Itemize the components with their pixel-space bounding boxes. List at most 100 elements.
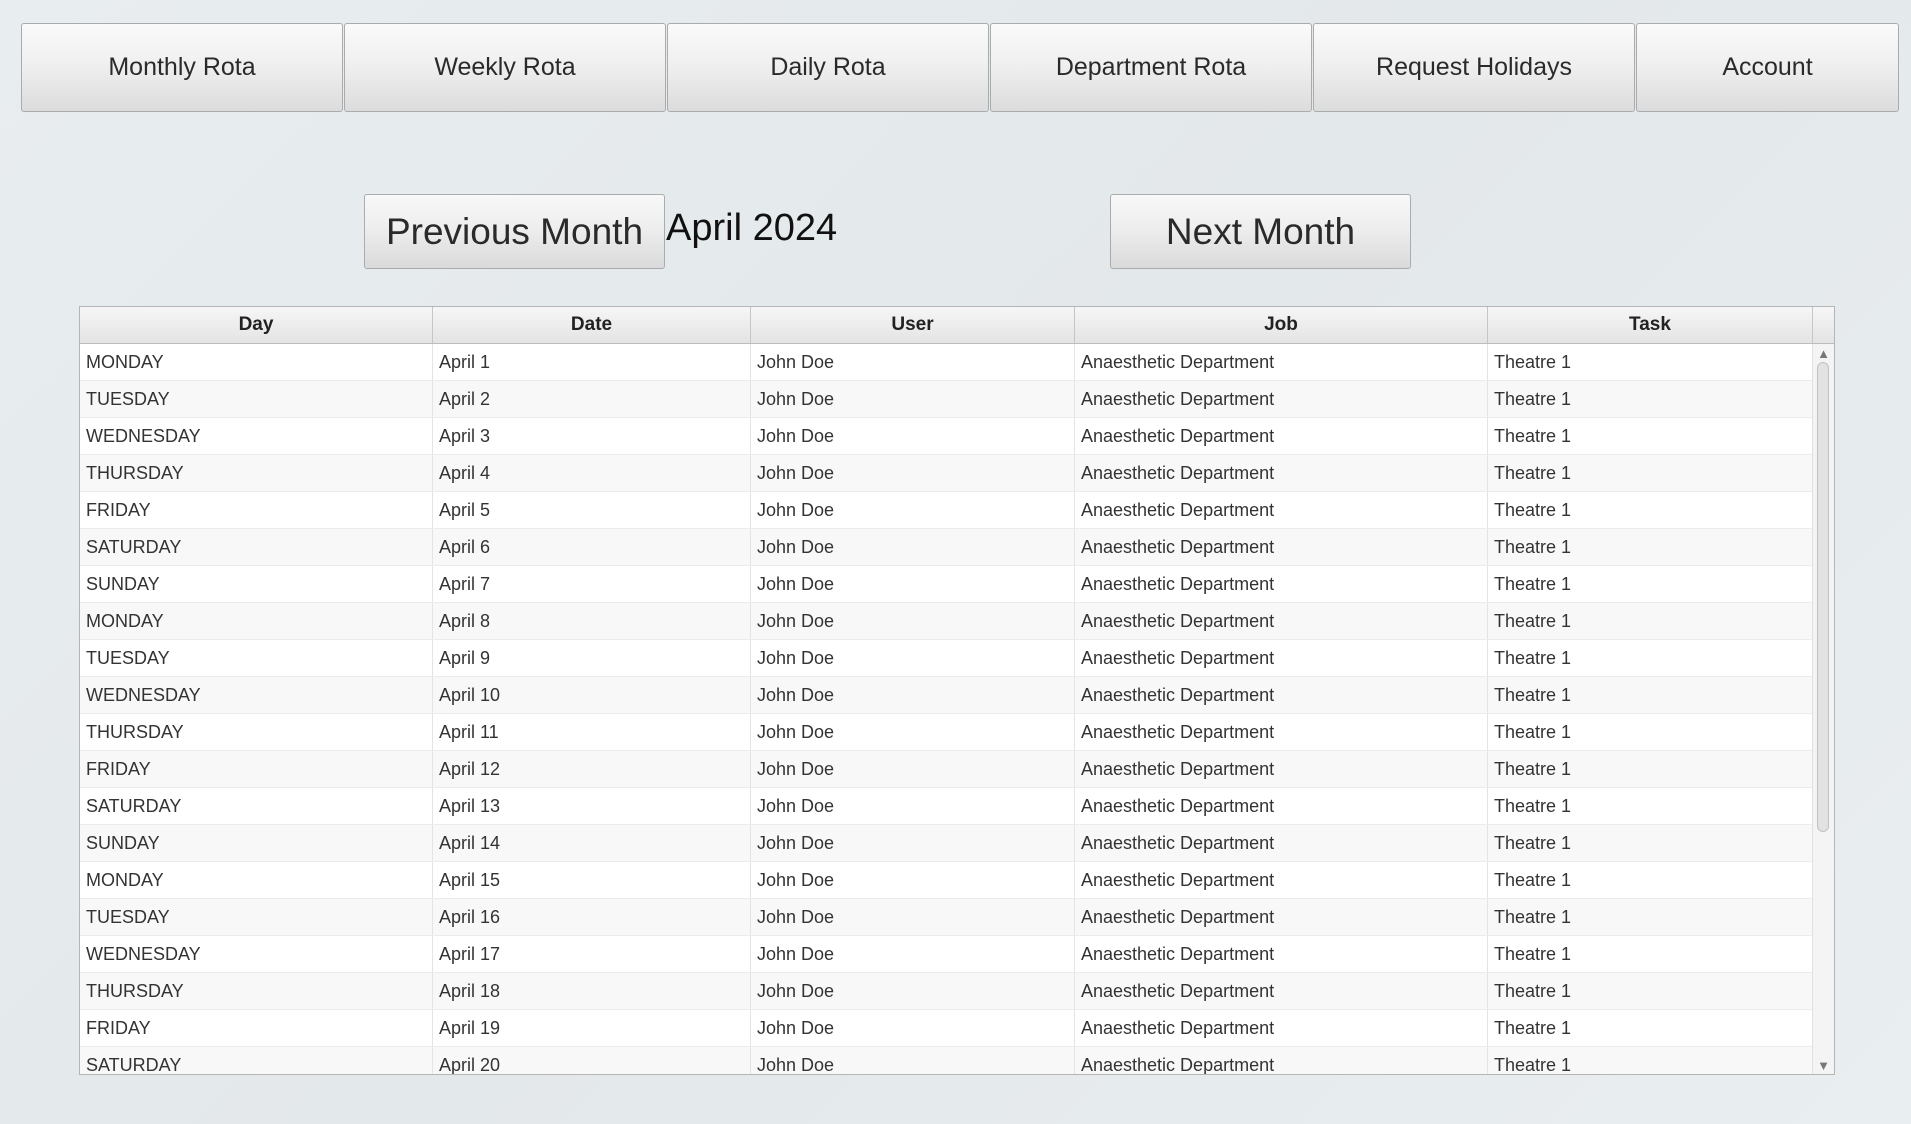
vertical-scrollbar[interactable]: ▲ ▼	[1812, 344, 1834, 1074]
column-header-day[interactable]: Day	[80, 307, 433, 343]
cell-task: Theatre 1	[1488, 862, 1813, 898]
cell-task: Theatre 1	[1488, 529, 1813, 565]
table-row[interactable]: SUNDAY April 7 John Doe Anaesthetic Departm…	[80, 566, 1813, 603]
table-row[interactable]: THURSDAY April 11 John Doe Anaesthetic Depa…	[80, 714, 1813, 751]
previous-month-button[interactable]: Previous Month	[364, 194, 665, 269]
cell-job: Anaesthetic Department	[1075, 714, 1488, 750]
cell-day: THURSDAY	[80, 714, 433, 750]
table-row[interactable]: TUESDAY April 9 John Doe Anaesthetic Depart…	[80, 640, 1813, 677]
cell-user: John Doe	[751, 751, 1075, 787]
tab-department-rota[interactable]: Department Rota	[990, 23, 1312, 112]
scrollbar-thumb[interactable]	[1817, 362, 1829, 832]
table-row[interactable]: THURSDAY April 4 John Doe Anaesthetic Depar…	[80, 455, 1813, 492]
next-month-button[interactable]: Next Month	[1110, 194, 1411, 269]
column-header-date[interactable]: Date	[433, 307, 751, 343]
cell-job: Anaesthetic Department	[1075, 973, 1488, 1009]
table-row[interactable]: FRIDAY April 12 John Doe Anaesthetic Depart…	[80, 751, 1813, 788]
cell-task: Theatre 1	[1488, 1047, 1813, 1074]
cell-job: Anaesthetic Department	[1075, 455, 1488, 491]
cell-day: TUESDAY	[80, 640, 433, 676]
cell-user: John Doe	[751, 381, 1075, 417]
chevron-up-icon[interactable]: ▲	[1813, 344, 1834, 362]
table-row[interactable]: TUESDAY April 2 John Doe Anaesthetic Depart…	[80, 381, 1813, 418]
table-row[interactable]: FRIDAY April 5 John Doe Anaesthetic Departm…	[80, 492, 1813, 529]
table-row[interactable]: WEDNESDAY April 10 John Doe Anaesthetic Dep…	[80, 677, 1813, 714]
cell-date: April 12	[433, 751, 751, 787]
cell-user: John Doe	[751, 1047, 1075, 1074]
column-header-user[interactable]: User	[751, 307, 1075, 343]
cell-task: Theatre 1	[1488, 344, 1813, 380]
cell-task: Theatre 1	[1488, 1010, 1813, 1046]
cell-user: John Doe	[751, 973, 1075, 1009]
table-row[interactable]: TUESDAY April 16 John Doe Anaesthetic Depar…	[80, 899, 1813, 936]
table-row[interactable]: SATURDAY April 20 John Doe Anaesthetic Depa…	[80, 1047, 1813, 1074]
cell-job: Anaesthetic Department	[1075, 492, 1488, 528]
cell-day: THURSDAY	[80, 455, 433, 491]
cell-date: April 3	[433, 418, 751, 454]
cell-user: John Doe	[751, 566, 1075, 602]
cell-date: April 5	[433, 492, 751, 528]
cell-job: Anaesthetic Department	[1075, 603, 1488, 639]
top-nav-bar: Monthly Rota Weekly Rota Daily Rota Depa…	[21, 23, 1899, 112]
cell-user: John Doe	[751, 529, 1075, 565]
cell-task: Theatre 1	[1488, 936, 1813, 972]
cell-date: April 8	[433, 603, 751, 639]
chevron-down-icon[interactable]: ▼	[1813, 1056, 1834, 1074]
cell-date: April 19	[433, 1010, 751, 1046]
cell-day: TUESDAY	[80, 381, 433, 417]
table-row[interactable]: MONDAY April 15 John Doe Anaesthetic Depart…	[80, 862, 1813, 899]
table-row[interactable]: WEDNESDAY April 17 John Doe Anaesthetic Dep…	[80, 936, 1813, 973]
cell-day: SATURDAY	[80, 529, 433, 565]
tab-account[interactable]: Account	[1636, 23, 1899, 112]
cell-job: Anaesthetic Department	[1075, 936, 1488, 972]
cell-day: THURSDAY	[80, 973, 433, 1009]
cell-task: Theatre 1	[1488, 788, 1813, 824]
cell-day: WEDNESDAY	[80, 936, 433, 972]
cell-date: April 14	[433, 825, 751, 861]
cell-date: April 16	[433, 899, 751, 935]
tab-daily-rota[interactable]: Daily Rota	[667, 23, 989, 112]
cell-date: April 13	[433, 788, 751, 824]
tab-monthly-rota[interactable]: Monthly Rota	[21, 23, 343, 112]
cell-date: April 18	[433, 973, 751, 1009]
cell-day: MONDAY	[80, 862, 433, 898]
table-row[interactable]: SATURDAY April 6 John Doe Anaesthetic Depar…	[80, 529, 1813, 566]
cell-task: Theatre 1	[1488, 751, 1813, 787]
cell-job: Anaesthetic Department	[1075, 381, 1488, 417]
cell-date: April 2	[433, 381, 751, 417]
cell-task: Theatre 1	[1488, 640, 1813, 676]
cell-date: April 7	[433, 566, 751, 602]
table-row[interactable]: THURSDAY April 18 John Doe Anaesthetic Depa…	[80, 973, 1813, 1010]
cell-user: John Doe	[751, 1010, 1075, 1046]
table-row[interactable]: MONDAY April 8 John Doe Anaesthetic Departm…	[80, 603, 1813, 640]
cell-job: Anaesthetic Department	[1075, 1047, 1488, 1074]
table-row[interactable]: FRIDAY April 19 John Doe Anaesthetic Depart…	[80, 1010, 1813, 1047]
tab-weekly-rota[interactable]: Weekly Rota	[344, 23, 666, 112]
cell-user: John Doe	[751, 862, 1075, 898]
table-row[interactable]: WEDNESDAY April 3 John Doe Anaesthetic Depa…	[80, 418, 1813, 455]
column-header-task[interactable]: Task	[1488, 307, 1813, 343]
cell-day: SATURDAY	[80, 788, 433, 824]
cell-job: Anaesthetic Department	[1075, 529, 1488, 565]
cell-user: John Doe	[751, 418, 1075, 454]
table-row[interactable]: SATURDAY April 13 John Doe Anaesthetic Depa…	[80, 788, 1813, 825]
table-row[interactable]: SUNDAY April 14 John Doe Anaesthetic Depart…	[80, 825, 1813, 862]
cell-task: Theatre 1	[1488, 714, 1813, 750]
cell-job: Anaesthetic Department	[1075, 825, 1488, 861]
cell-user: John Doe	[751, 603, 1075, 639]
cell-day: MONDAY	[80, 344, 433, 380]
cell-task: Theatre 1	[1488, 899, 1813, 935]
cell-user: John Doe	[751, 344, 1075, 380]
cell-task: Theatre 1	[1488, 973, 1813, 1009]
cell-task: Theatre 1	[1488, 418, 1813, 454]
cell-job: Anaesthetic Department	[1075, 899, 1488, 935]
cell-job: Anaesthetic Department	[1075, 344, 1488, 380]
cell-user: John Doe	[751, 677, 1075, 713]
cell-user: John Doe	[751, 936, 1075, 972]
table-row[interactable]: MONDAY April 1 John Doe Anaesthetic Departm…	[80, 344, 1813, 381]
column-header-job[interactable]: Job	[1075, 307, 1488, 343]
cell-date: April 6	[433, 529, 751, 565]
cell-job: Anaesthetic Department	[1075, 677, 1488, 713]
tab-request-holidays[interactable]: Request Holidays	[1313, 23, 1635, 112]
cell-job: Anaesthetic Department	[1075, 1010, 1488, 1046]
